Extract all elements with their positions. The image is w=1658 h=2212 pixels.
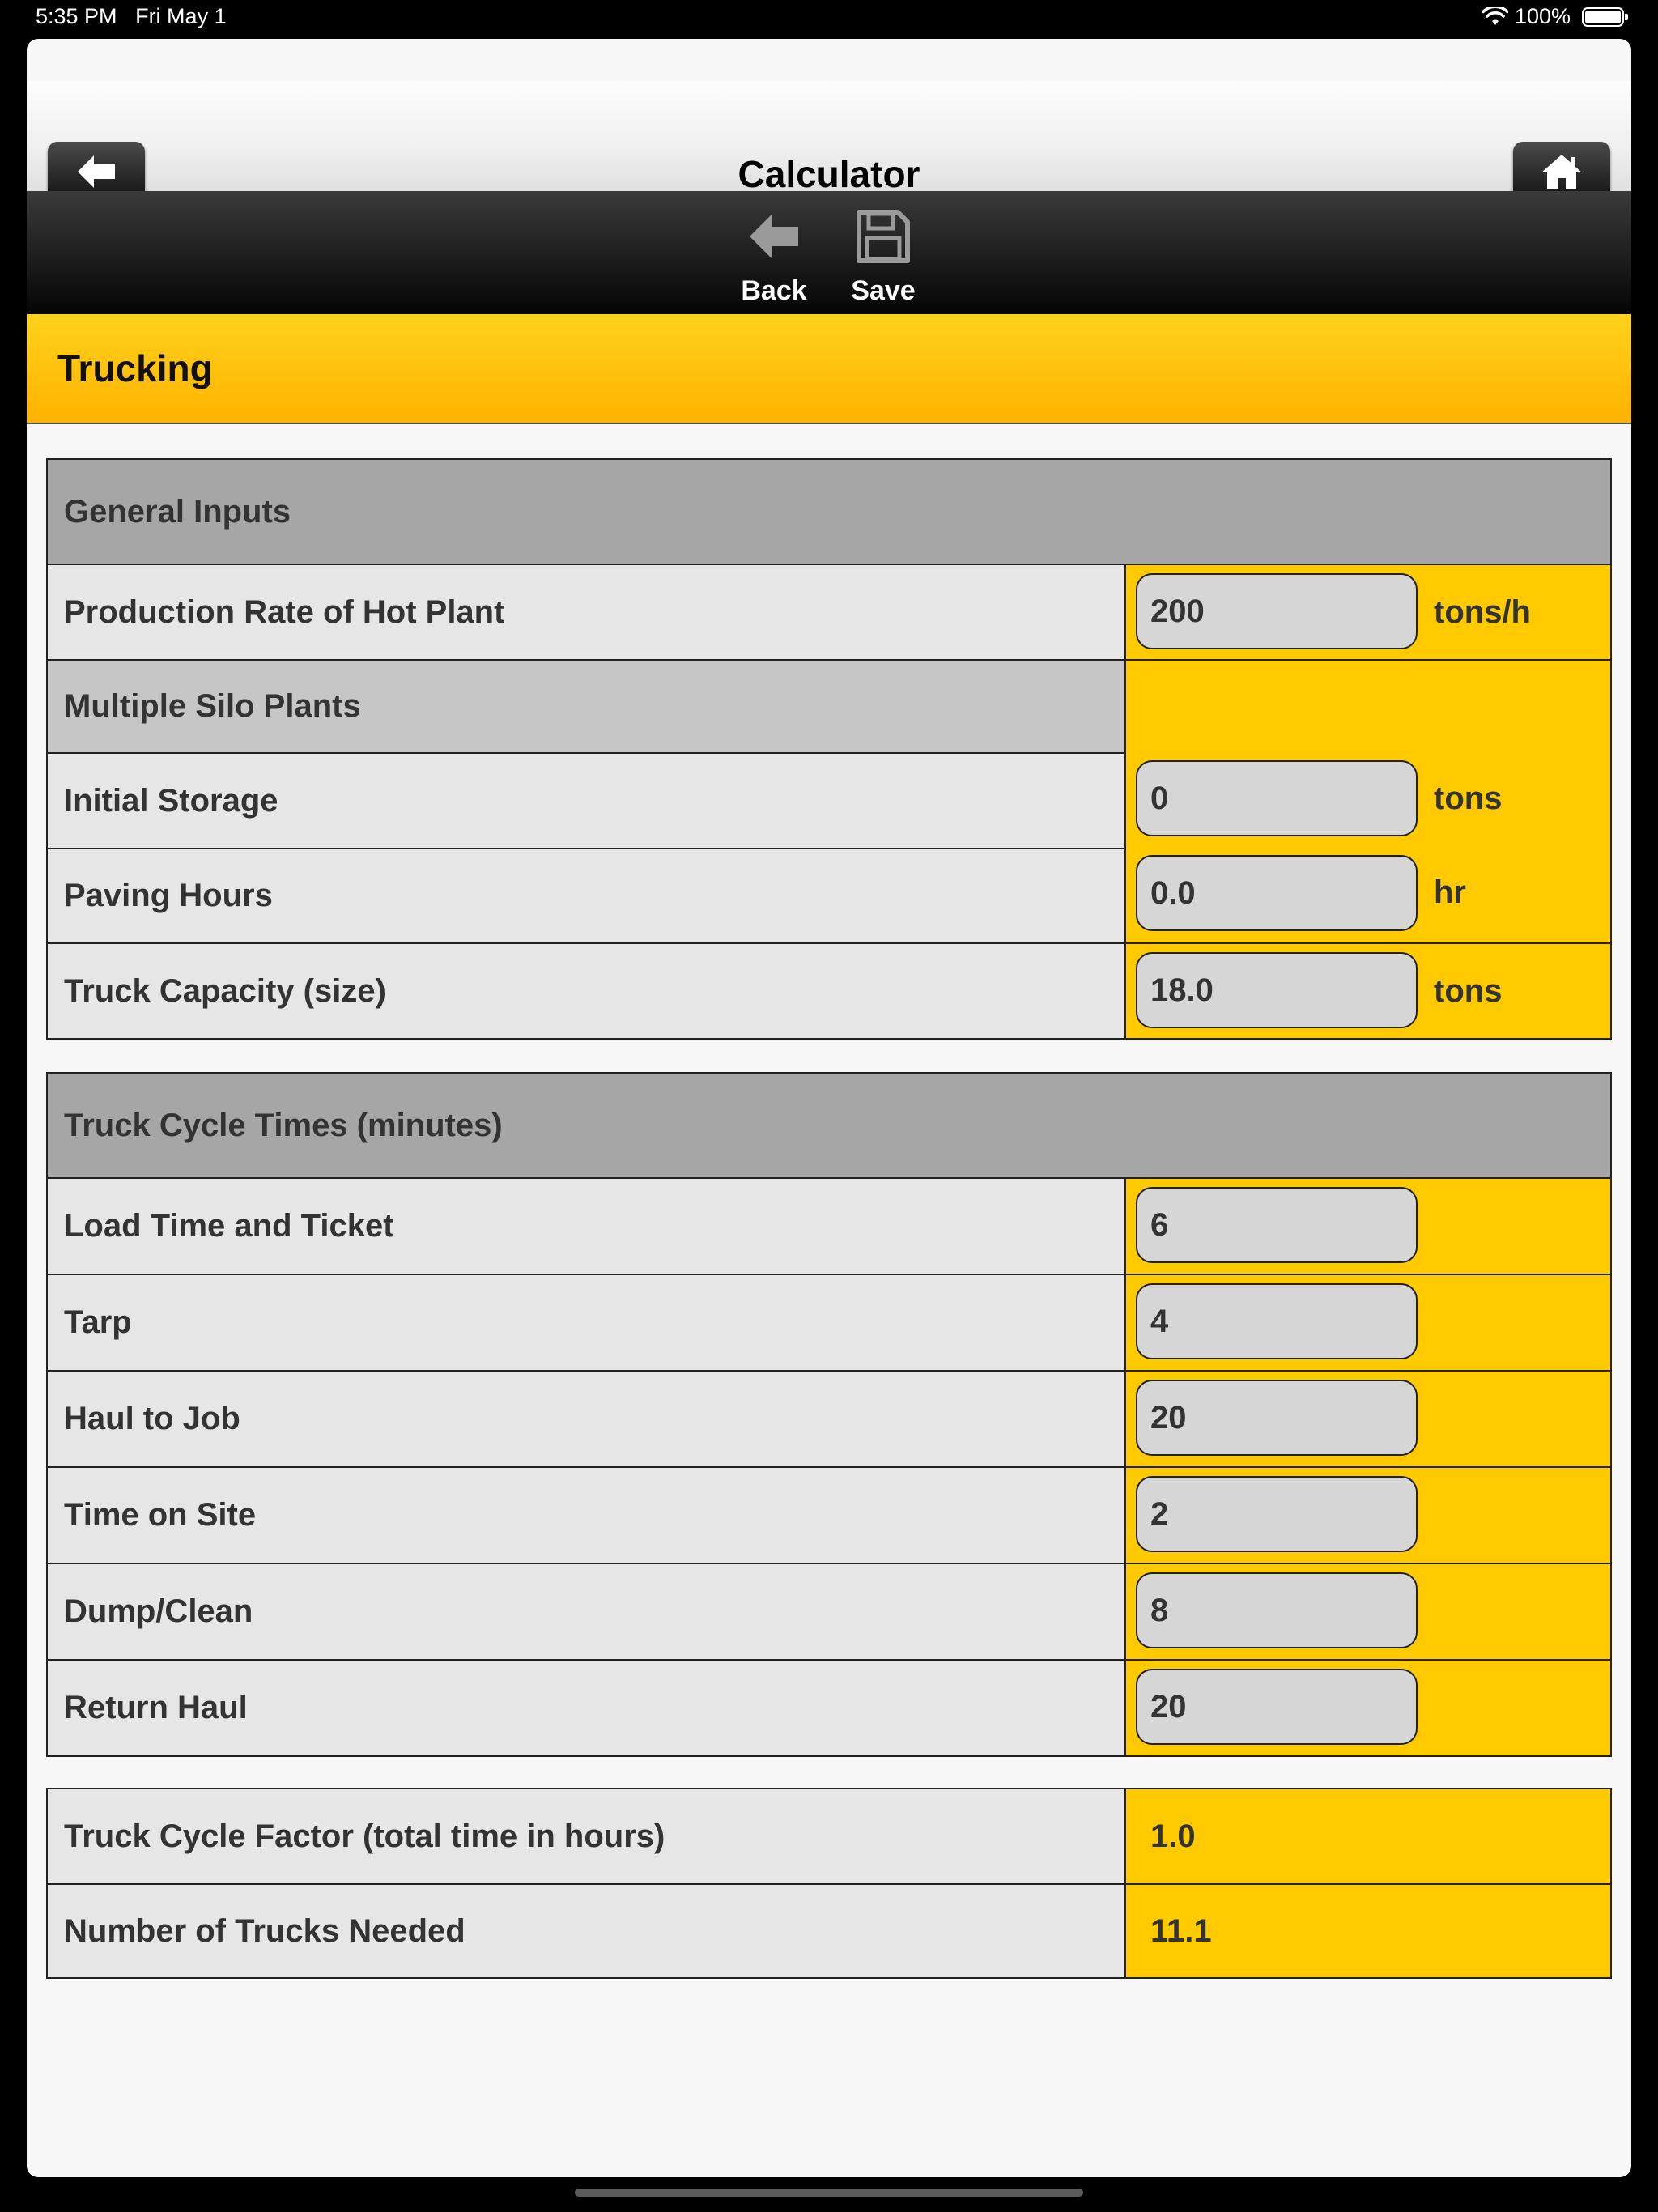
cycle-row-label: Tarp: [48, 1275, 1126, 1370]
trucks-needed-value: 11.1: [1150, 1912, 1212, 1949]
paving-hours-input[interactable]: 0.0: [1136, 855, 1418, 931]
table-row: Return Haul 20: [48, 1659, 1610, 1755]
initial-storage-label: Initial Storage: [48, 752, 1124, 848]
paving-hours-unit: hr: [1434, 874, 1466, 910]
page-title: Calculator: [738, 153, 920, 195]
cycle-factor-value: 1.0: [1150, 1818, 1196, 1854]
load-time-input[interactable]: 6: [1136, 1187, 1418, 1263]
wifi-icon: [1482, 6, 1508, 25]
truck-capacity-input[interactable]: 18.0: [1136, 952, 1418, 1028]
table-heading-row: Truck Cycle Times (minutes): [48, 1074, 1610, 1177]
table-row: Truck Cycle Factor (total time in hours)…: [48, 1789, 1610, 1883]
multiple-silo-group: Multiple Silo Plants Initial Storage Pav…: [48, 659, 1610, 942]
table-row: Number of Trucks Needed 11.1: [48, 1883, 1610, 1977]
table-row: Production Rate of Hot Plant 200 tons/h: [48, 564, 1610, 659]
table-row: Time on Site 2: [48, 1466, 1610, 1563]
dump-clean-input[interactable]: 8: [1136, 1572, 1418, 1648]
general-inputs-table: General Inputs Production Rate of Hot Pl…: [46, 458, 1612, 1040]
status-bar: 5:35 PM Fri May 1 100%: [0, 0, 1658, 37]
truck-capacity-unit: tons: [1434, 972, 1503, 1009]
home-icon: [1541, 155, 1582, 189]
haul-to-job-input[interactable]: 20: [1136, 1380, 1418, 1456]
table-row: Haul to Job 20: [48, 1370, 1610, 1466]
arrow-left-icon: [750, 214, 798, 259]
toolbar-back-button[interactable]: Back: [725, 199, 823, 313]
cycle-times-heading: Truck Cycle Times (minutes): [48, 1074, 1610, 1177]
app-sheet: Calculator Back Save Trucking General In…: [27, 39, 1631, 2177]
results-table: Truck Cycle Factor (total time in hours)…: [46, 1788, 1612, 1979]
table-row: Dump/Clean 8: [48, 1563, 1610, 1659]
toolbar: Back Save: [27, 191, 1631, 314]
status-time: 5:35 PM Fri May 1: [36, 4, 227, 28]
toolbar-save-button[interactable]: Save: [835, 199, 932, 313]
tarp-input[interactable]: 4: [1136, 1283, 1418, 1359]
return-haul-input[interactable]: 20: [1136, 1669, 1418, 1745]
cycle-row-label: Haul to Job: [48, 1372, 1126, 1466]
cycle-row-label: Return Haul: [48, 1661, 1126, 1755]
general-inputs-heading: General Inputs: [48, 460, 1610, 564]
production-rate-unit: tons/h: [1434, 593, 1531, 630]
cycle-row-label: Dump/Clean: [48, 1564, 1126, 1659]
section-banner: Trucking: [27, 314, 1631, 424]
battery-percent: 100%: [1514, 4, 1571, 28]
table-row: Tarp 4: [48, 1274, 1610, 1370]
cycle-factor-label: Truck Cycle Factor (total time in hours): [48, 1789, 1126, 1883]
table-row: Load Time and Ticket 6: [48, 1177, 1610, 1274]
cycle-row-label: Load Time and Ticket: [48, 1179, 1126, 1274]
production-rate-input[interactable]: 200: [1136, 573, 1418, 649]
initial-storage-unit: tons: [1434, 781, 1503, 816]
floppy-disk-icon: [857, 210, 910, 263]
table-row: Truck Capacity (size) 18.0 tons: [48, 942, 1610, 1038]
cycle-times-table: Truck Cycle Times (minutes) Load Time an…: [46, 1072, 1612, 1757]
section-title: Trucking: [57, 347, 213, 389]
home-indicator[interactable]: [575, 2189, 1083, 2197]
time-on-site-input[interactable]: 2: [1136, 1476, 1418, 1552]
truck-capacity-label: Truck Capacity (size): [48, 944, 1126, 1038]
toolbar-save-label: Save: [851, 275, 916, 306]
production-rate-label: Production Rate of Hot Plant: [48, 565, 1126, 659]
table-heading-row: General Inputs: [48, 460, 1610, 564]
paving-hours-label: Paving Hours: [48, 847, 1124, 942]
trucks-needed-label: Number of Trucks Needed: [48, 1885, 1126, 1977]
toolbar-back-label: Back: [741, 275, 807, 306]
battery-icon: [1582, 6, 1628, 27]
cycle-row-label: Time on Site: [48, 1468, 1126, 1563]
initial-storage-input[interactable]: 0: [1136, 760, 1418, 836]
status-right: 100%: [1482, 4, 1628, 29]
multiple-silo-heading: Multiple Silo Plants: [48, 661, 1124, 753]
